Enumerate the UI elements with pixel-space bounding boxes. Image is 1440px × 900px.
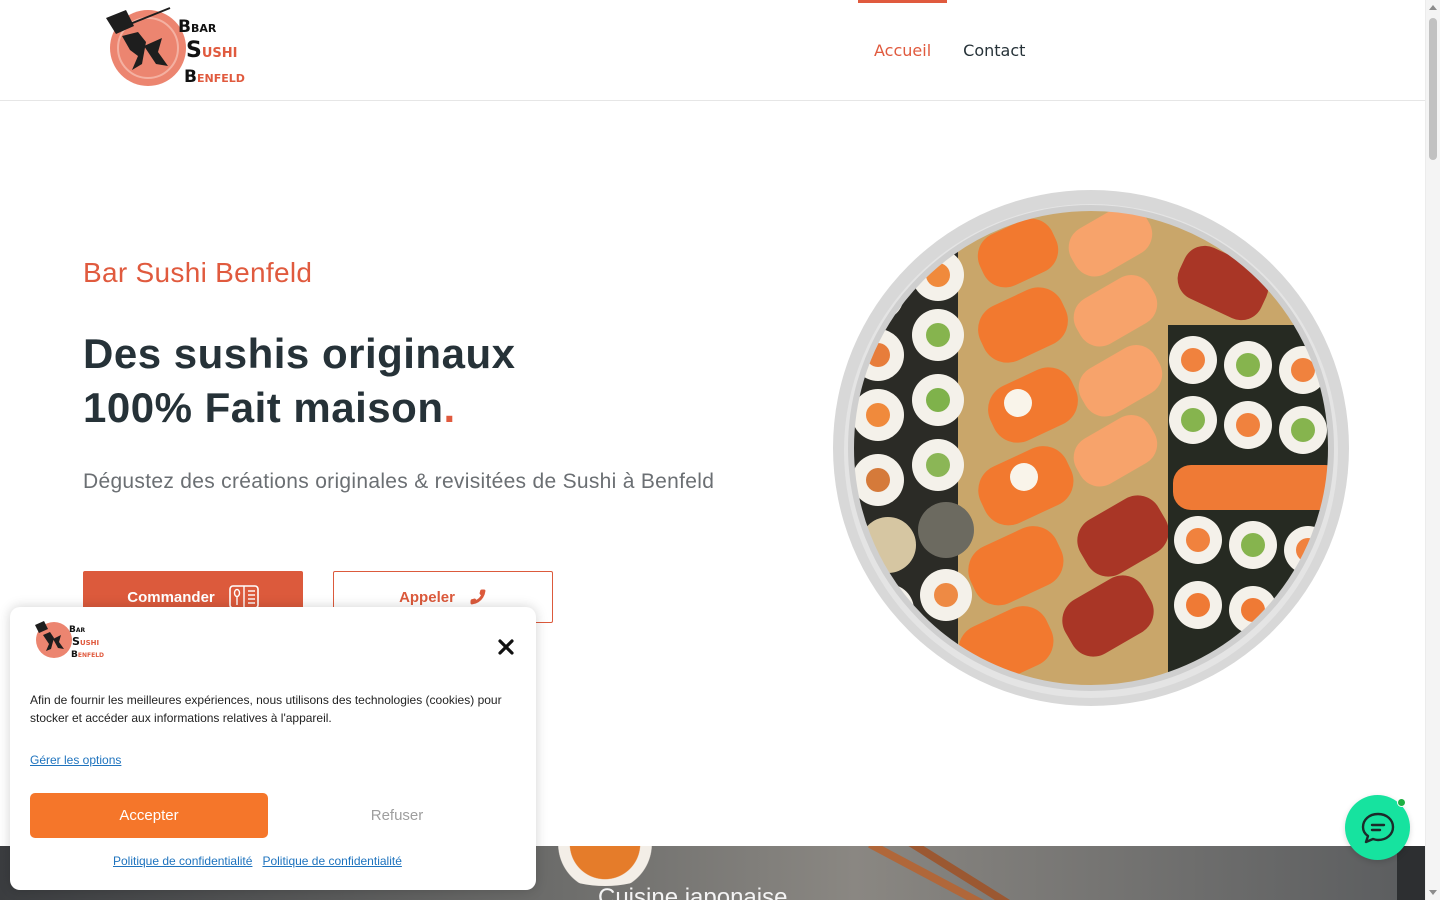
cookie-dialog-logo: BAR SUSHI BENFELD <box>35 621 104 660</box>
hero-kicker: Bar Sushi Benfeld <box>83 257 313 288</box>
svg-text:BENFELD: BENFELD <box>184 67 245 87</box>
chat-icon <box>1361 812 1394 843</box>
privacy-policy-link[interactable]: Politique de confidentialité <box>262 854 401 868</box>
svg-text:BAR: BAR <box>69 625 86 635</box>
scroll-up-arrow-icon[interactable] <box>1429 5 1437 10</box>
close-icon[interactable] <box>496 637 516 657</box>
call-button-label: Appeler <box>399 588 455 606</box>
accept-button[interactable]: Accepter <box>30 793 268 838</box>
manage-options-link[interactable]: Gérer les options <box>30 753 121 767</box>
page-scrollbar[interactable] <box>1425 0 1440 900</box>
scroll-down-arrow-icon[interactable] <box>1429 890 1437 895</box>
cookie-message: Afin de fournir les meilleures expérienc… <box>30 693 502 725</box>
headline-line1: Des sushis originaux <box>83 330 516 377</box>
nav-item-accueil[interactable]: Accueil <box>858 0 948 100</box>
svg-text:SUSHI: SUSHI <box>72 635 99 648</box>
headline-line2: 100% Fait maison <box>83 384 444 431</box>
phone-icon <box>470 589 486 605</box>
headline-dot: . <box>443 384 456 431</box>
menu-icon <box>228 585 259 609</box>
privacy-policy-link[interactable]: Politique de confidentialité <box>113 854 252 868</box>
hero-headline: Des sushis originaux 100% Fait maison. <box>83 327 515 435</box>
cookie-policy-links: Politique de confidentialité Politique d… <box>113 854 402 868</box>
scroll-thumb[interactable] <box>1429 18 1437 160</box>
svg-text:SUSHI: SUSHI <box>186 38 238 63</box>
banner-edge <box>1397 846 1425 900</box>
order-button-label: Commander <box>127 588 215 606</box>
refuse-button[interactable]: Refuser <box>278 793 516 838</box>
main-nav: Accueil Contact <box>858 0 1041 100</box>
chat-widget-button[interactable] <box>1345 795 1410 860</box>
banner-title: Cuisine japonaise <box>598 884 788 900</box>
svg-text:BENFELD: BENFELD <box>71 650 104 660</box>
svg-text:BBAR: BBAR <box>178 17 217 37</box>
online-status-dot <box>1397 798 1406 807</box>
site-logo[interactable]: BBAR SUSHI BENFELD <box>100 6 255 90</box>
hero-lead: Dégustez des créations originales & revi… <box>83 470 715 493</box>
sauce-bowl-decoration <box>540 846 670 886</box>
cookie-consent-dialog: BAR SUSHI BENFELD Afin de fournir les me… <box>10 607 536 890</box>
sushi-platter-image <box>833 190 1349 706</box>
nav-item-contact[interactable]: Contact <box>947 0 1041 100</box>
site-header: BBAR SUSHI BENFELD Accueil Contact <box>0 0 1425 101</box>
